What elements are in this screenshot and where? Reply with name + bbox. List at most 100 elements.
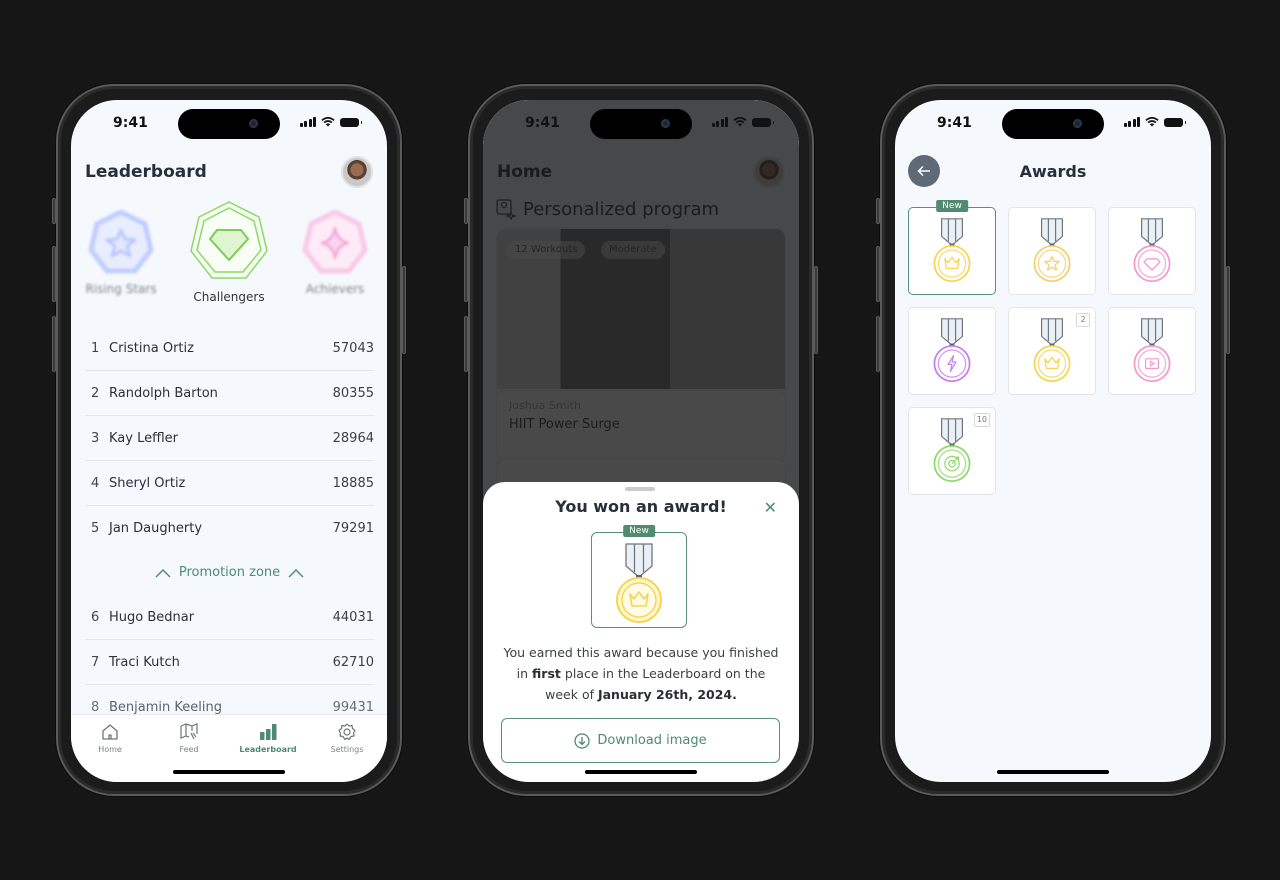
action-button — [876, 198, 880, 224]
player-score: 18885 — [332, 475, 374, 491]
tab-home[interactable]: Home — [75, 722, 145, 754]
award-card[interactable]: 2 — [1008, 307, 1096, 395]
gear-icon — [338, 723, 356, 741]
avatar[interactable] — [341, 156, 373, 188]
volume-down-button — [464, 316, 468, 372]
tab-label: Leaderboard — [239, 745, 297, 754]
home-indicator[interactable] — [173, 770, 285, 774]
volume-down-button — [52, 316, 56, 372]
table-row[interactable]: 4 Sheryl Ortiz 18885 — [85, 461, 374, 506]
player-name: Kay Leffler — [109, 430, 179, 446]
dynamic-island — [1002, 109, 1104, 139]
league-rising-stars[interactable]: Rising Stars — [83, 209, 159, 296]
crown-medal-icon — [1033, 318, 1071, 383]
home-indicator[interactable] — [997, 770, 1109, 774]
award-card[interactable]: New — [908, 200, 996, 295]
award-modal: You won an award! ✕ New You earned this … — [483, 482, 799, 782]
status-bar: 9:41 — [895, 100, 1211, 146]
award-card[interactable] — [908, 307, 996, 395]
close-button[interactable]: ✕ — [764, 498, 777, 517]
award-card[interactable] — [1008, 207, 1096, 295]
award-description: You earned this award because you finish… — [503, 642, 779, 705]
home-icon — [102, 724, 118, 740]
new-badge: New — [936, 200, 968, 212]
volume-up-button — [876, 246, 880, 302]
wifi-icon — [733, 117, 747, 127]
leaderboard-screen: 9:41 Leaderboard Rising Stars Challenger… — [71, 100, 387, 782]
player-name: Randolph Barton — [109, 385, 218, 401]
table-row[interactable]: 3 Kay Leffler 28964 — [85, 416, 374, 461]
new-badge: New — [623, 525, 655, 537]
map-icon — [180, 723, 198, 740]
table-row[interactable]: 1 Cristina Ortiz 57043 — [85, 326, 374, 371]
dynamic-island — [178, 109, 280, 139]
phone-award-modal: 9:41 Home Personalized program 12 Workou… — [464, 84, 818, 796]
rank: 4 — [91, 475, 100, 491]
player-score: 57043 — [332, 340, 374, 356]
home-indicator[interactable] — [585, 770, 697, 774]
award-card[interactable] — [1108, 207, 1196, 295]
rank: 7 — [91, 654, 100, 670]
table-row[interactable]: 7 Traci Kutch 62710 — [85, 640, 374, 685]
modal-title: You won an award! — [555, 497, 727, 516]
home-screen: 9:41 Home Personalized program 12 Workou… — [483, 100, 799, 782]
player-score: 28964 — [332, 430, 374, 446]
page-title: Awards — [1019, 162, 1087, 181]
battery-icon — [340, 117, 362, 127]
action-button — [464, 198, 468, 224]
volume-down-button — [876, 316, 880, 372]
table-row[interactable]: 5 Jan Daugherty 79291 — [85, 506, 374, 551]
crown-medal-icon — [616, 543, 662, 623]
table-row[interactable]: 2 Randolph Barton 80355 — [85, 371, 374, 416]
signal-icon — [711, 117, 728, 127]
camera-icon — [1073, 119, 1082, 128]
battery-icon — [1164, 117, 1186, 127]
volume-up-button — [464, 246, 468, 302]
diamond-league-icon — [190, 201, 268, 279]
target-medal-icon — [933, 418, 971, 483]
awards-screen: 9:41 Awards New 2 10 — [895, 100, 1211, 782]
star-medal-icon — [1033, 218, 1071, 283]
table-row[interactable]: 6 Hugo Bednar 44031 — [85, 595, 374, 640]
league-label: Rising Stars — [85, 282, 157, 296]
camera-icon — [249, 119, 258, 128]
phone-awards: 9:41 Awards New 2 10 — [876, 84, 1230, 796]
league-achievers[interactable]: Achievers — [297, 209, 373, 296]
chevron-up-icon — [288, 568, 304, 577]
player-score: 62710 — [332, 654, 374, 670]
status-time: 9:41 — [525, 115, 560, 131]
power-button — [402, 266, 406, 354]
status-bar: 9:41 — [71, 100, 387, 146]
award-card[interactable]: 10 — [908, 407, 996, 495]
tab-feed[interactable]: Feed — [154, 722, 224, 754]
drag-handle[interactable] — [625, 487, 655, 491]
sparkle-league-icon — [302, 209, 368, 274]
star-league-icon — [88, 209, 154, 274]
tab-label: Feed — [179, 745, 199, 754]
volume-up-button — [52, 246, 56, 302]
wifi-icon — [1145, 117, 1159, 127]
player-name: Benjamin Keeling — [109, 700, 222, 715]
bolt-medal-icon — [933, 318, 971, 383]
player-name: Traci Kutch — [109, 654, 180, 670]
player-score: 44031 — [332, 609, 374, 625]
player-score: 79291 — [332, 521, 374, 536]
crown-medal-icon — [933, 218, 971, 283]
rank: 6 — [91, 609, 100, 625]
award-card[interactable] — [1108, 307, 1196, 395]
status-time: 9:41 — [937, 115, 972, 131]
tab-leaderboard[interactable]: Leaderboard — [233, 722, 303, 754]
status-time: 9:41 — [113, 115, 148, 131]
league-label: Achievers — [305, 282, 365, 296]
league-challengers[interactable]: Challengers — [185, 200, 273, 304]
battery-icon — [752, 117, 774, 127]
chevron-up-icon — [155, 568, 171, 577]
tab-settings[interactable]: Settings — [312, 722, 382, 754]
download-image-button[interactable]: Download image — [501, 718, 780, 763]
download-label: Download image — [597, 733, 707, 748]
download-icon — [574, 732, 591, 749]
award-preview: New — [591, 525, 687, 628]
rank: 8 — [91, 700, 100, 715]
league-carousel: Rising Stars Challengers Achievers — [71, 200, 387, 310]
power-button — [814, 266, 818, 354]
